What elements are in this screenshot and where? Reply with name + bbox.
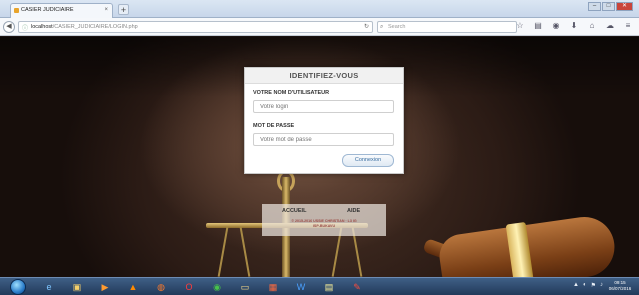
reading-list-icon[interactable]: ▤ bbox=[533, 21, 543, 31]
scale-chain-decoration bbox=[239, 227, 251, 277]
taskbar-clock[interactable]: 09:15 06/07/2016 bbox=[605, 280, 635, 292]
clock-date: 06/07/2016 bbox=[608, 286, 632, 291]
taskbar: e ▣ ▶ ▲ ◍ O ◉ ▭ ▦ W ▤ ✎ ▲ ◐ ⚑ ♪ 09:15 06… bbox=[0, 277, 639, 295]
browser-tab[interactable]: CASIER JUDICIAIRE × bbox=[10, 3, 113, 18]
toolbar-icons: ☆ ▤ ◉ ⬇ ⌂ ☁ ≡ bbox=[515, 21, 633, 31]
pocket-icon[interactable]: ◉ bbox=[551, 21, 561, 31]
site-info-icon[interactable]: ⓘ bbox=[22, 24, 28, 34]
password-input[interactable] bbox=[253, 133, 394, 146]
search-bar[interactable]: ⌕ Search bbox=[377, 21, 517, 33]
notes-taskbar-icon[interactable]: ▤ bbox=[318, 279, 340, 295]
opera-taskbar-icon[interactable]: O bbox=[178, 279, 200, 295]
pdf-taskbar-icon[interactable]: ✎ bbox=[346, 279, 368, 295]
download-icon[interactable]: ⬇ bbox=[569, 21, 579, 31]
login-card: IDENTIFIEZ-VOUS VOTRE NOM D'UTILISATEUR … bbox=[244, 67, 404, 174]
login-title: IDENTIFIEZ-VOUS bbox=[245, 68, 403, 84]
flag-icon[interactable]: ⚑ bbox=[591, 282, 596, 289]
explorer-taskbar-icon[interactable]: ▣ bbox=[66, 279, 88, 295]
search-placeholder: Search bbox=[388, 24, 406, 30]
credit-text: ISP-BUKAVU bbox=[312, 224, 336, 228]
browser-tab-bar: CASIER JUDICIAIRE × + – □ ✕ bbox=[0, 0, 639, 18]
home-icon[interactable]: ⌂ bbox=[587, 21, 597, 31]
url-path: /CASIER_JUDICIAIRE/LOGIN.php bbox=[52, 24, 138, 30]
tab-close-icon[interactable]: × bbox=[104, 4, 108, 17]
favicon-icon bbox=[14, 8, 19, 13]
url-host: localhost bbox=[31, 24, 53, 30]
footer-links: ACCUEIL AIDE bbox=[262, 208, 386, 217]
tab-title: CASIER JUDICIAIRE bbox=[21, 7, 74, 13]
reload-icon[interactable]: ↻ bbox=[364, 22, 369, 32]
username-label: VOTRE NOM D'UTILISATEUR bbox=[253, 90, 330, 96]
login-submit-button[interactable]: Connexion bbox=[342, 154, 394, 167]
scale-chain-decoration bbox=[217, 227, 229, 277]
password-label: MOT DE PASSE bbox=[253, 123, 295, 129]
minimize-button[interactable]: – bbox=[588, 2, 601, 11]
browser-nav-bar: ◀ ⓘ localhost/CASIER_JUDICIAIRE/LOGIN.ph… bbox=[0, 18, 639, 36]
volume-icon[interactable]: ♪ bbox=[600, 282, 603, 289]
window-controls: – □ ✕ bbox=[588, 2, 633, 11]
footer-link-help[interactable]: AIDE bbox=[347, 208, 360, 214]
start-button[interactable] bbox=[10, 279, 26, 295]
close-window-button[interactable]: ✕ bbox=[616, 2, 633, 11]
maximize-button[interactable]: □ bbox=[602, 2, 615, 11]
vlc-taskbar-icon[interactable]: ▲ bbox=[122, 279, 144, 295]
footer-copyright: © 2015-2016 USSIE CHRISTIAN · L3 IG ISP-… bbox=[266, 219, 382, 229]
sync-icon[interactable]: ☁ bbox=[605, 21, 615, 31]
back-button[interactable]: ◀ bbox=[3, 21, 15, 33]
tray-arrow-icon[interactable]: ▲ bbox=[573, 282, 579, 289]
new-tab-button[interactable]: + bbox=[118, 4, 129, 15]
search-icon: ⌕ bbox=[380, 24, 384, 30]
username-input[interactable] bbox=[253, 100, 394, 113]
page-background: IDENTIFIEZ-VOUS VOTRE NOM D'UTILISATEUR … bbox=[0, 37, 639, 277]
firefox-taskbar-icon[interactable]: ◍ bbox=[150, 279, 172, 295]
footer-link-home[interactable]: ACCUEIL bbox=[282, 208, 306, 214]
bookmark-star-icon[interactable]: ☆ bbox=[515, 21, 525, 31]
system-tray: ▲ ◐ ⚑ ♪ bbox=[573, 282, 603, 289]
menu-icon[interactable]: ≡ bbox=[623, 21, 633, 31]
address-bar[interactable]: ⓘ localhost/CASIER_JUDICIAIRE/LOGIN.php … bbox=[18, 21, 373, 33]
ie-taskbar-icon[interactable]: e bbox=[38, 279, 60, 295]
word-taskbar-icon[interactable]: W bbox=[290, 279, 312, 295]
chrome-taskbar-icon[interactable]: ◉ bbox=[206, 279, 228, 295]
network-icon[interactable]: ◐ bbox=[583, 282, 587, 289]
footer-box: ACCUEIL AIDE © 2015-2016 USSIE CHRISTIAN… bbox=[262, 204, 386, 236]
media-taskbar-icon[interactable]: ▶ bbox=[94, 279, 116, 295]
folder-taskbar-icon[interactable]: ▭ bbox=[234, 279, 256, 295]
powerpoint-taskbar-icon[interactable]: ▦ bbox=[262, 279, 284, 295]
